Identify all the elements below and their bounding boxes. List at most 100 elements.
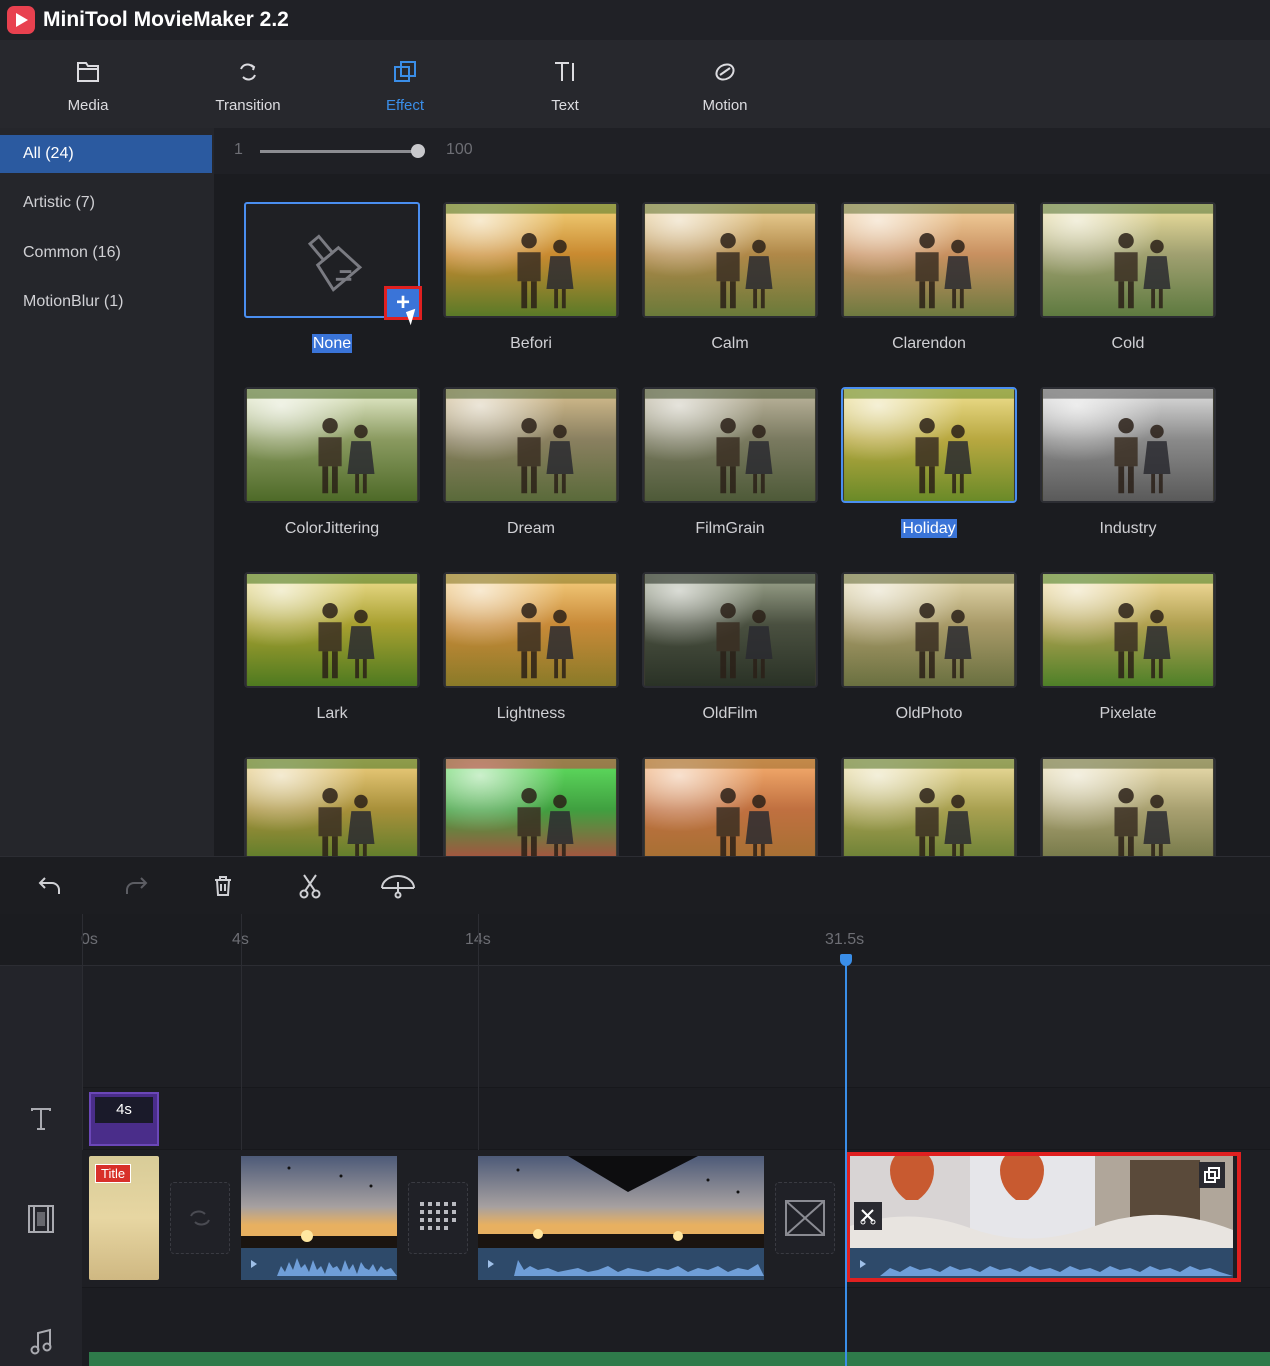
- effect-thumbnail: [247, 389, 417, 501]
- effect-thumbnail: [645, 389, 815, 501]
- effect-thumb[interactable]: [841, 757, 1017, 856]
- audio-waveform: [241, 1248, 397, 1280]
- category-artistic[interactable]: Artistic (7): [0, 184, 212, 222]
- effect-thumb[interactable]: [841, 387, 1017, 503]
- text-clip[interactable]: 4s: [89, 1092, 159, 1146]
- effect-thumbnail: [446, 759, 616, 856]
- effect-thumb[interactable]: [1040, 757, 1216, 856]
- timeline-ruler[interactable]: 0s 4s 14s 31.5s: [0, 914, 1270, 966]
- effect-card-partial[interactable]: [841, 757, 1017, 856]
- film-icon: [28, 1205, 54, 1233]
- music-note-icon: [30, 1328, 52, 1355]
- effect-card-befori[interactable]: Befori: [443, 202, 619, 355]
- effect-thumbnail: [247, 759, 417, 856]
- effect-name: Pixelate: [1099, 705, 1157, 722]
- grid-transition-icon: [420, 1202, 456, 1230]
- effect-thumb[interactable]: [443, 387, 619, 503]
- undo-icon: [38, 877, 60, 894]
- effect-card-cold[interactable]: Cold: [1040, 202, 1216, 355]
- effect-thumb[interactable]: [244, 757, 420, 856]
- tab-transition-label: Transition: [215, 97, 281, 114]
- transition-slot[interactable]: [775, 1182, 835, 1254]
- music-clip[interactable]: [89, 1352, 1270, 1366]
- effect-card-dream[interactable]: Dream: [443, 387, 619, 540]
- effect-card-partial[interactable]: [244, 757, 420, 856]
- folder-icon: [77, 62, 99, 82]
- effect-thumb[interactable]: [443, 757, 619, 856]
- title-clip[interactable]: Title: [89, 1156, 159, 1280]
- empty-track: [0, 966, 1270, 1088]
- effect-thumbnail: [844, 574, 1014, 686]
- effect-thumb[interactable]: [642, 387, 818, 503]
- effect-name: ColorJittering: [284, 520, 380, 537]
- slider-min-label: 1: [234, 141, 243, 158]
- tab-media-label: Media: [67, 97, 109, 114]
- effect-thumb[interactable]: [642, 202, 818, 318]
- category-motionblur[interactable]: MotionBlur (1): [0, 283, 212, 321]
- effect-thumb[interactable]: [1040, 572, 1216, 688]
- size-slider-handle[interactable]: [411, 144, 425, 158]
- effect-thumbnail: [1043, 389, 1213, 501]
- effect-card-calm[interactable]: Calm: [642, 202, 818, 355]
- tab-media[interactable]: Media: [28, 40, 148, 128]
- tab-text[interactable]: Text: [505, 40, 625, 128]
- effect-card-oldfilm[interactable]: OldFilm: [642, 572, 818, 725]
- category-common[interactable]: Common (16): [0, 234, 212, 272]
- effect-thumb[interactable]: [841, 572, 1017, 688]
- transition-slot[interactable]: [170, 1182, 230, 1254]
- undo-button[interactable]: [35, 871, 65, 901]
- effect-thumbnail: [446, 574, 616, 686]
- effect-name: Cold: [1111, 335, 1145, 352]
- zoom-fit-button[interactable]: [378, 871, 418, 901]
- effect-card-pixelate[interactable]: Pixelate: [1040, 572, 1216, 725]
- category-all[interactable]: All (24): [0, 135, 212, 173]
- effect-thumb[interactable]: [1040, 202, 1216, 318]
- split-button[interactable]: [295, 871, 325, 901]
- tab-effect[interactable]: Effect: [345, 40, 465, 128]
- effect-card-clarendon[interactable]: Clarendon: [841, 202, 1017, 355]
- timeline-toolbar: [0, 856, 1270, 914]
- effect-thumb[interactable]: [443, 202, 619, 318]
- effect-card-none[interactable]: + None: [244, 202, 422, 355]
- delete-button[interactable]: [208, 871, 238, 901]
- effect-card-industry[interactable]: Industry: [1040, 387, 1216, 540]
- effect-name: FilmGrain: [695, 520, 765, 537]
- effect-thumb[interactable]: [642, 757, 818, 856]
- transition-slot-icon: [190, 1210, 210, 1226]
- effect-thumb[interactable]: [244, 572, 420, 688]
- effect-card-holiday[interactable]: Holiday: [841, 387, 1017, 540]
- effect-thumbnail: [1043, 574, 1213, 686]
- transition-slot[interactable]: [408, 1182, 468, 1254]
- effect-thumb[interactable]: [642, 572, 818, 688]
- effect-card-filmgrain[interactable]: FilmGrain: [642, 387, 818, 540]
- effect-name: Holiday: [901, 519, 957, 538]
- tab-motion[interactable]: Motion: [665, 40, 785, 128]
- effect-card-lark[interactable]: Lark: [244, 572, 420, 725]
- effect-card-lightness[interactable]: Lightness: [443, 572, 619, 725]
- effect-card-oldphoto[interactable]: OldPhoto: [841, 572, 1017, 725]
- playhead[interactable]: [845, 958, 847, 1366]
- effect-thumb[interactable]: [244, 387, 420, 503]
- effect-card-partial[interactable]: [642, 757, 818, 856]
- video-clip-sunset-2[interactable]: [478, 1156, 764, 1280]
- title-bar: MiniTool MovieMaker 2.2: [0, 0, 1270, 40]
- slider-max-label: 100: [446, 141, 473, 158]
- scissors-icon: [299, 874, 321, 899]
- redo-button[interactable]: [121, 871, 151, 901]
- effect-name: OldFilm: [702, 705, 758, 722]
- effect-card-partial[interactable]: [1040, 757, 1216, 856]
- effect-name: OldPhoto: [895, 705, 963, 722]
- playhead-handle[interactable]: [840, 954, 852, 966]
- video-clip-sunset-1[interactable]: [241, 1156, 397, 1280]
- thumbnail-size-bar: 1 100: [214, 128, 1270, 174]
- size-slider-track[interactable]: [260, 150, 420, 153]
- effect-thumb[interactable]: [841, 202, 1017, 318]
- effect-thumb[interactable]: [443, 572, 619, 688]
- tab-transition[interactable]: Transition: [188, 40, 308, 128]
- track-header-empty: [0, 966, 82, 1088]
- effect-thumbnail: [844, 759, 1014, 856]
- ruler-tick: 31.5s: [825, 931, 865, 948]
- effect-card-partial[interactable]: [443, 757, 619, 856]
- effect-card-colorjittering[interactable]: ColorJittering: [244, 387, 420, 540]
- effect-thumb[interactable]: [1040, 387, 1216, 503]
